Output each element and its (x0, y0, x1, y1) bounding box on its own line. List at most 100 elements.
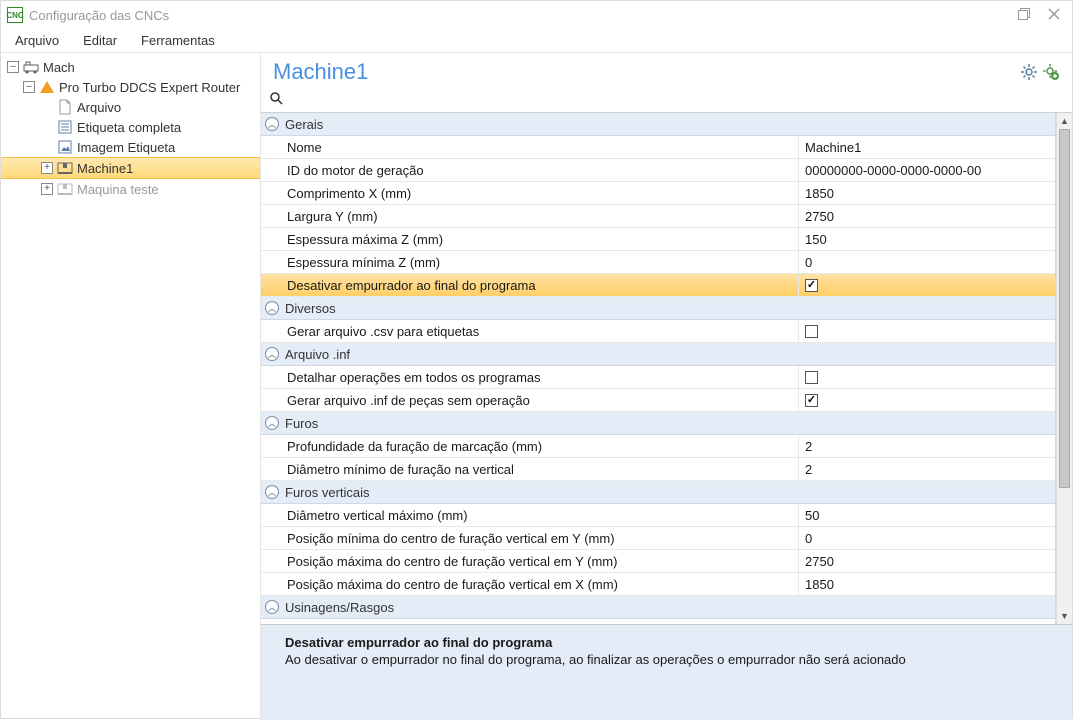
vertical-scrollbar[interactable]: ▲ ▼ (1056, 113, 1072, 624)
panel-title-row: Machine1 (261, 53, 1072, 89)
expand-toggle[interactable]: + (41, 183, 53, 195)
prop-value[interactable]: 50 (799, 504, 1055, 526)
tree-node-pro-turbo[interactable]: – Pro Turbo DDCS Expert Router (1, 77, 260, 97)
category-label: Furos (285, 416, 318, 431)
property-grid[interactable]: ︿ Gerais Nome Machine1 ID do motor de ge… (261, 113, 1056, 624)
prop-value[interactable]: 2 (799, 458, 1055, 480)
category-label: Gerais (285, 117, 323, 132)
tree-node-imagem-etiqueta[interactable]: Imagem Etiqueta (1, 137, 260, 157)
prop-value[interactable]: 2750 (799, 550, 1055, 572)
search-row[interactable] (261, 89, 1072, 112)
close-icon[interactable] (1048, 8, 1060, 23)
prop-value[interactable] (799, 366, 1055, 388)
category-furos[interactable]: ︿ Furos (261, 412, 1055, 435)
prop-value[interactable]: 2750 (799, 205, 1055, 227)
prop-row-larg-y[interactable]: Largura Y (mm) 2750 (261, 205, 1055, 228)
tree-view[interactable]: – Mach – Pro Turbo DDCS Expert Router (1, 53, 260, 702)
prop-row-pos-max-x[interactable]: Posição máxima do centro de furação vert… (261, 573, 1055, 596)
prop-row-comp-x[interactable]: Comprimento X (mm) 1850 (261, 182, 1055, 205)
tree-label: Arquivo (73, 100, 121, 115)
checkbox-checked[interactable] (805, 394, 818, 407)
chevron-up-icon: ︿ (265, 117, 279, 131)
tree-panel: – Mach – Pro Turbo DDCS Expert Router (1, 53, 261, 720)
category-arquivo-inf[interactable]: ︿ Arquivo .inf (261, 343, 1055, 366)
prop-row-diametro-min[interactable]: Diâmetro mínimo de furação na vertical 2 (261, 458, 1055, 481)
prop-row-nome[interactable]: Nome Machine1 (261, 136, 1055, 159)
expand-toggle[interactable]: + (41, 162, 53, 174)
chevron-up-icon: ︿ (265, 416, 279, 430)
scroll-up-icon[interactable]: ▲ (1057, 113, 1072, 129)
prop-row-desativar-empurrador[interactable]: Desativar empurrador ao final do program… (261, 274, 1055, 297)
prop-row-id-motor[interactable]: ID do motor de geração 00000000-0000-000… (261, 159, 1055, 182)
tree-label: Pro Turbo DDCS Expert Router (55, 80, 240, 95)
cnc-machine-icon (57, 181, 73, 197)
description-body: Ao desativar o empurrador no final do pr… (285, 652, 1048, 667)
prop-row-esp-max-z[interactable]: Espessura máxima Z (mm) 150 (261, 228, 1055, 251)
prop-row-pos-min-y[interactable]: Posição mínima do centro de furação vert… (261, 527, 1055, 550)
prop-value[interactable]: 1850 (799, 182, 1055, 204)
tree-node-machine1[interactable]: + Machine1 (1, 157, 260, 179)
prop-value[interactable]: 0 (799, 527, 1055, 549)
tree-node-mach[interactable]: – Mach (1, 57, 260, 77)
menu-ferramentas[interactable]: Ferramentas (131, 31, 225, 50)
category-usinagens[interactable]: ︿ Usinagens/Rasgos (261, 596, 1055, 619)
prop-row-diametro-vert-max[interactable]: Diâmetro vertical máximo (mm) 50 (261, 504, 1055, 527)
warning-triangle-icon (39, 79, 55, 95)
prop-value[interactable] (799, 320, 1055, 342)
checkbox-checked[interactable] (805, 279, 818, 292)
panel-title: Machine1 (273, 59, 368, 85)
detail-panel: Machine1 ︿ Gerais (261, 53, 1072, 720)
prop-value[interactable]: 150 (799, 228, 1055, 250)
description-panel: Desativar empurrador ao final do program… (261, 624, 1072, 720)
prop-label: Detalhar operações em todos os programas (261, 366, 799, 388)
prop-row-esp-min-z[interactable]: Espessura mínima Z (mm) 0 (261, 251, 1055, 274)
cnc-machine-icon (57, 160, 73, 176)
expand-toggle[interactable]: – (7, 61, 19, 73)
prop-value[interactable] (799, 389, 1055, 411)
form-icon (57, 119, 73, 135)
category-gerais[interactable]: ︿ Gerais (261, 113, 1055, 136)
prop-row-profundidade[interactable]: Profundidade da furação de marcação (mm)… (261, 435, 1055, 458)
tree-label: Machine1 (73, 161, 133, 176)
scroll-thumb[interactable] (1059, 129, 1070, 488)
category-furos-verticais[interactable]: ︿ Furos verticais (261, 481, 1055, 504)
scroll-track[interactable] (1057, 129, 1072, 608)
prop-label: Profundidade da furação de marcação (mm) (261, 435, 799, 457)
prop-row-gerar-csv[interactable]: Gerar arquivo .csv para etiquetas (261, 320, 1055, 343)
gear-add-icon[interactable] (1042, 63, 1060, 81)
tree-node-maquina-teste[interactable]: + Maquina teste (1, 179, 260, 199)
tree-label: Mach (39, 60, 75, 75)
horizontal-scrollbar[interactable] (1, 702, 260, 720)
prop-label: Posição máxima do centro de furação vert… (261, 550, 799, 572)
category-label: Furos verticais (285, 485, 370, 500)
tree-label: Etiqueta completa (73, 120, 181, 135)
prop-row-pos-max-y[interactable]: Posição máxima do centro de furação vert… (261, 550, 1055, 573)
checkbox-unchecked[interactable] (805, 371, 818, 384)
tree-node-etiqueta-completa[interactable]: Etiqueta completa (1, 117, 260, 137)
chevron-up-icon: ︿ (265, 301, 279, 315)
prop-value[interactable]: 00000000-0000-0000-0000-00 (799, 159, 1055, 181)
category-label: Arquivo .inf (285, 347, 350, 362)
scroll-down-icon[interactable]: ▼ (1057, 608, 1072, 624)
prop-label: ID do motor de geração (261, 159, 799, 181)
tree-node-arquivo[interactable]: Arquivo (1, 97, 260, 117)
prop-value[interactable]: 1850 (799, 573, 1055, 595)
prop-label: Espessura máxima Z (mm) (261, 228, 799, 250)
prop-value[interactable] (799, 274, 1055, 296)
prop-value[interactable]: 2 (799, 435, 1055, 457)
expand-toggle[interactable]: – (23, 81, 35, 93)
category-diversos[interactable]: ︿ Diversos (261, 297, 1055, 320)
checkbox-unchecked[interactable] (805, 325, 818, 338)
category-label: Usinagens/Rasgos (285, 600, 394, 615)
category-label: Diversos (285, 301, 336, 316)
prop-label: Diâmetro vertical máximo (mm) (261, 504, 799, 526)
gear-icon[interactable] (1020, 63, 1038, 81)
maximize-icon[interactable] (1018, 8, 1030, 23)
menu-editar[interactable]: Editar (73, 31, 127, 50)
prop-value[interactable]: Machine1 (799, 136, 1055, 158)
menu-arquivo[interactable]: Arquivo (5, 31, 69, 50)
prop-row-detalhar[interactable]: Detalhar operações em todos os programas (261, 366, 1055, 389)
prop-value[interactable]: 0 (799, 251, 1055, 273)
prop-row-gerar-inf[interactable]: Gerar arquivo .inf de peças sem operação (261, 389, 1055, 412)
file-icon (57, 99, 73, 115)
